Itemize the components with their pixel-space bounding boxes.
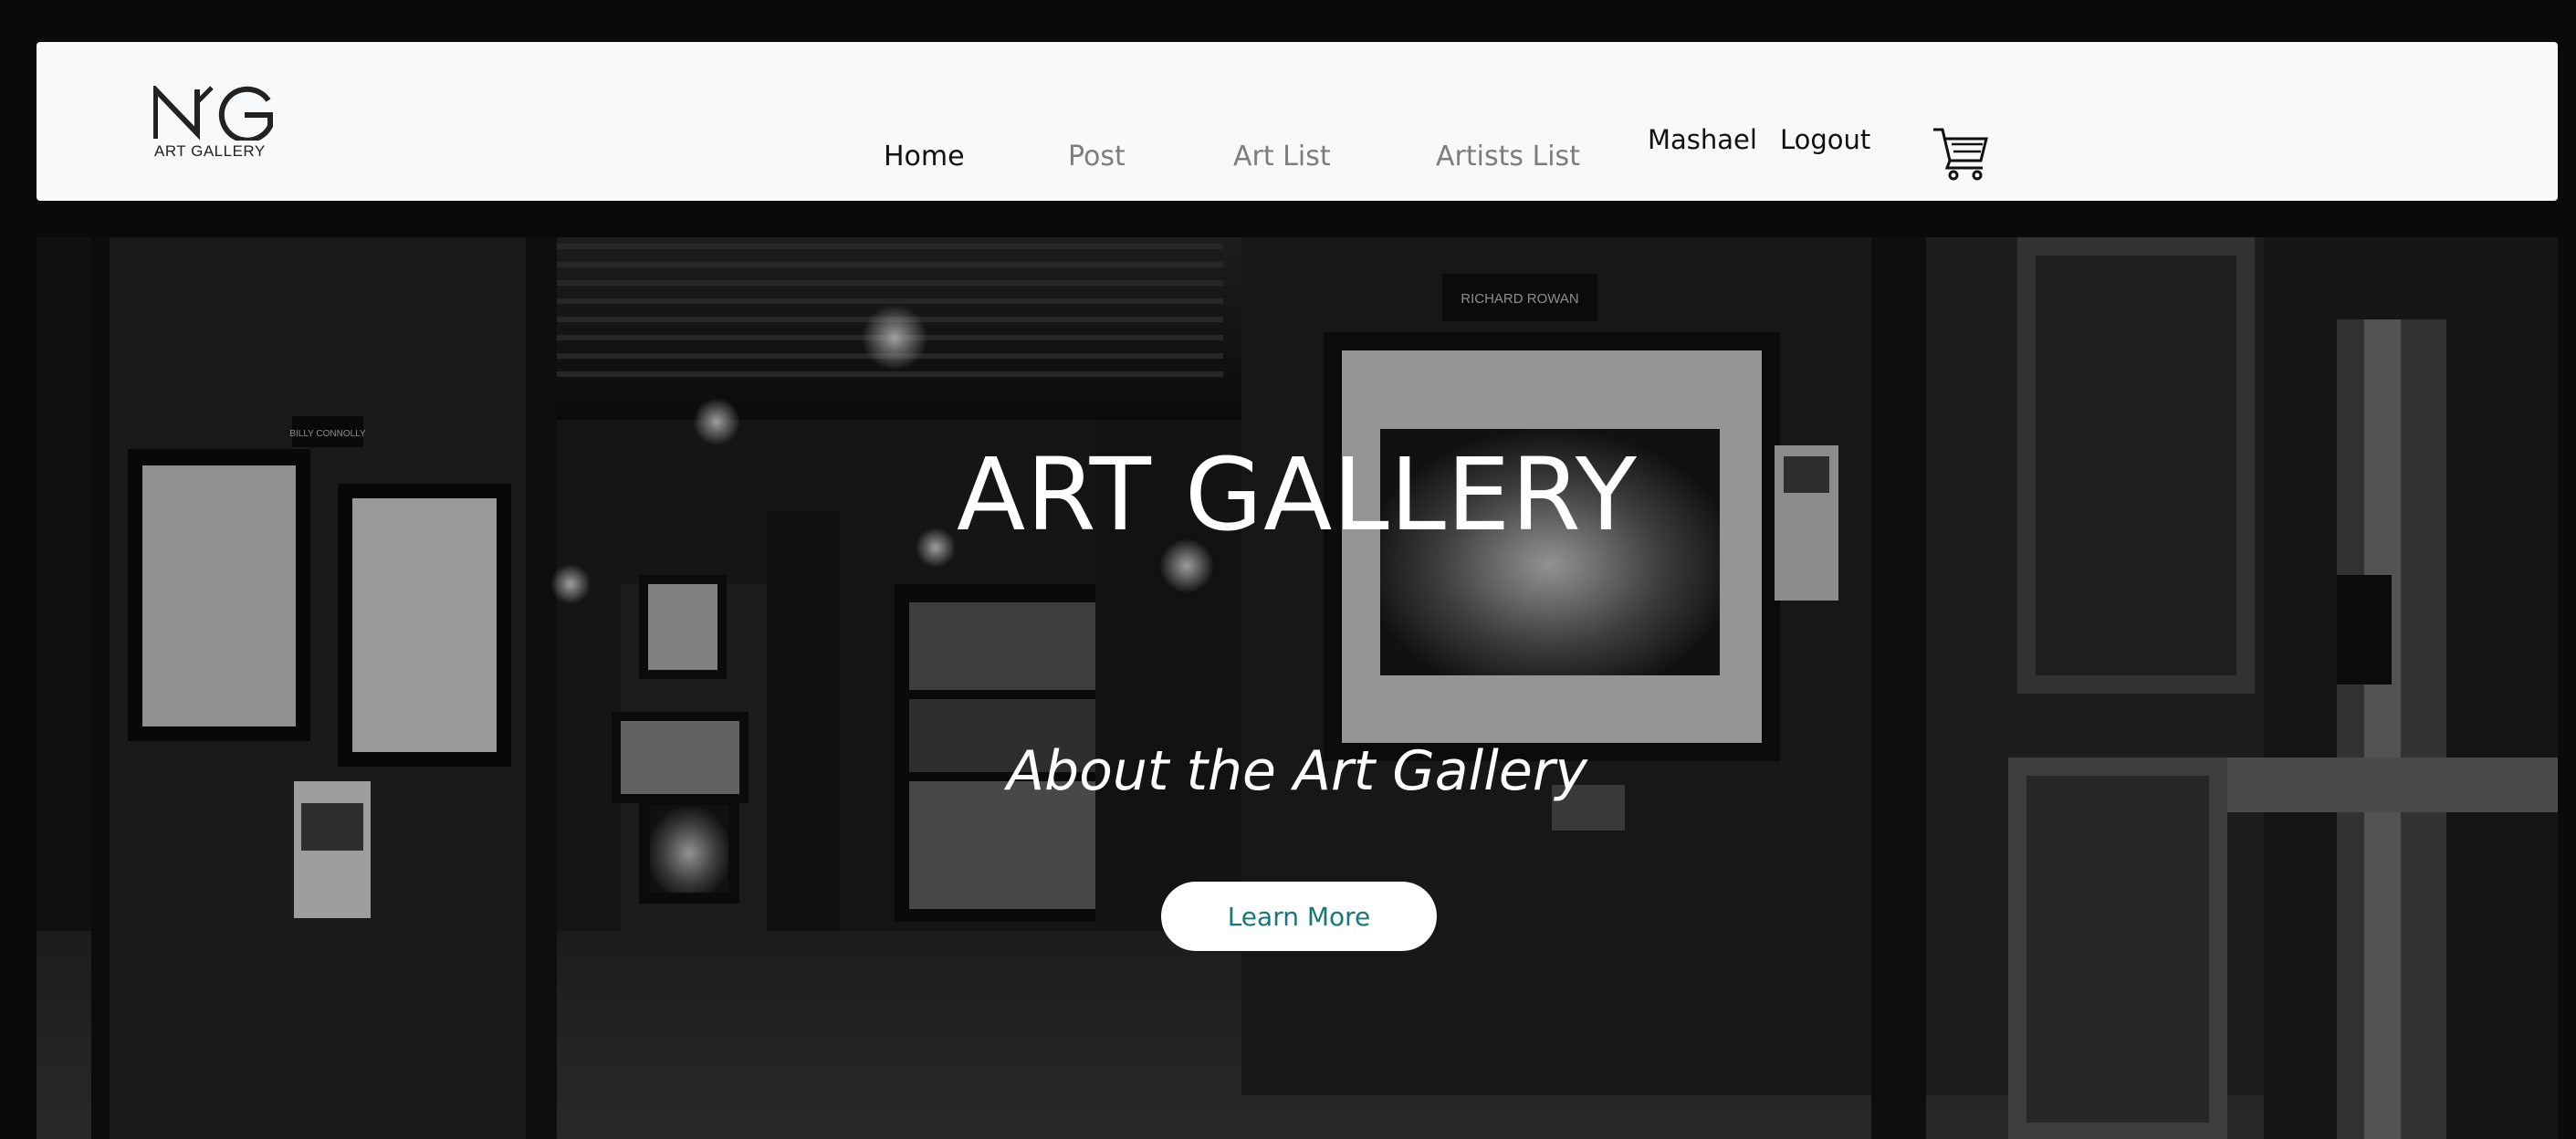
nav-post[interactable]: Post bbox=[1068, 141, 1126, 172]
logout-link[interactable]: Logout bbox=[1780, 124, 1870, 155]
hero-subtitle: About the Art Gallery bbox=[1006, 739, 1587, 803]
brand-logo[interactable]: ART GALLERY bbox=[117, 86, 281, 168]
nav-art-list[interactable]: Art List bbox=[1233, 141, 1331, 172]
cart-icon[interactable] bbox=[1932, 124, 1990, 183]
navbar: ART GALLERY Home Post Art List Artists L… bbox=[37, 42, 2558, 201]
logo-text: ART GALLERY bbox=[154, 142, 266, 160]
gallery-background-image: BILLY CONNOLLY RICHARD ROWAN bbox=[37, 237, 2558, 1139]
nav-artists-list[interactable]: Artists List bbox=[1436, 141, 1580, 172]
hero-title: ART GALLERY bbox=[957, 436, 1638, 553]
learn-more-button[interactable]: Learn More bbox=[1161, 882, 1437, 951]
hero-section: BILLY CONNOLLY RICHARD ROWAN ART GALLERY… bbox=[37, 237, 2558, 1139]
nav-home[interactable]: Home bbox=[884, 141, 965, 172]
user-name-link[interactable]: Mashael bbox=[1648, 124, 1757, 155]
ng-logo-icon bbox=[153, 86, 273, 141]
